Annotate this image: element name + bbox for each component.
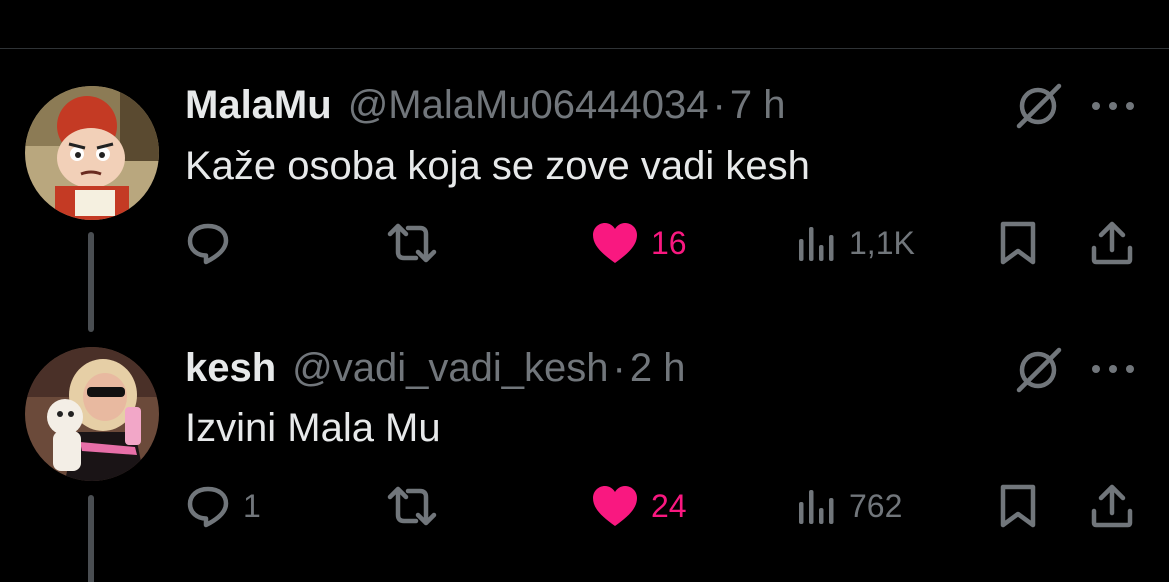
display-name[interactable]: MalaMu (185, 81, 332, 129)
view-count: 1,1K (849, 224, 915, 261)
tweet[interactable]: MalaMu @MalaMu06444034 · 7 h Kaže osoba … (0, 0, 1169, 300)
tweet-actions: 1 24 762 (0, 476, 1169, 536)
grok-icon[interactable] (1015, 346, 1063, 394)
share-button[interactable] (1089, 476, 1135, 536)
views-button[interactable]: 1,1K (797, 213, 915, 273)
retweet-icon (387, 486, 437, 526)
tweet-actions: 16 1,1K (0, 213, 1169, 273)
grok-icon[interactable] (1015, 82, 1063, 130)
tweet-text: Izvini Mala Mu (185, 406, 441, 450)
reply-count: 1 (243, 487, 261, 524)
cartoon-girl-avatar-image (25, 86, 159, 220)
share-button[interactable] (1089, 213, 1135, 273)
user-handle[interactable]: @MalaMu06444034 (348, 81, 709, 129)
tweet-text: Kaže osoba koja se zove vadi kesh (185, 144, 810, 188)
retweet-icon (387, 223, 437, 263)
views-button[interactable]: 762 (797, 476, 902, 536)
more-icon[interactable] (1088, 96, 1138, 116)
retweet-button[interactable] (386, 213, 438, 273)
reply-button[interactable] (185, 213, 243, 273)
bookmark-icon (1000, 484, 1036, 528)
separator-dot: · (712, 83, 726, 127)
share-icon (1091, 221, 1133, 265)
retweet-button[interactable] (386, 476, 438, 536)
display-name[interactable]: kesh (185, 344, 276, 392)
avatar[interactable] (25, 86, 159, 220)
view-count: 762 (849, 487, 903, 524)
tweet-header: MalaMu @MalaMu06444034 · 7 h (185, 81, 785, 129)
woman-with-dog-avatar-image (25, 347, 159, 481)
bookmark-button[interactable] (998, 213, 1038, 273)
views-icon (799, 227, 834, 261)
bookmark-button[interactable] (998, 476, 1038, 536)
timestamp[interactable]: 7 h (730, 81, 786, 129)
like-count: 24 (651, 487, 687, 524)
more-icon[interactable] (1088, 359, 1138, 379)
timestamp[interactable]: 2 h (630, 344, 686, 392)
avatar[interactable] (25, 347, 159, 481)
like-button[interactable]: 16 (591, 213, 687, 273)
like-button[interactable]: 24 (591, 476, 687, 536)
reply-icon (187, 486, 229, 528)
bookmark-icon (1000, 221, 1036, 265)
views-icon (799, 490, 834, 524)
user-handle[interactable]: @vadi_vadi_kesh (292, 344, 608, 392)
separator-dot: · (612, 346, 626, 390)
tweet[interactable]: kesh @vadi_vadi_kesh · 2 h Izvini Mala M… (0, 300, 1169, 582)
share-icon (1091, 484, 1133, 528)
like-count: 16 (651, 224, 687, 261)
reply-icon (187, 223, 229, 265)
reply-button[interactable]: 1 (185, 476, 261, 536)
heart-icon (593, 223, 637, 263)
heart-icon (593, 486, 637, 526)
tweet-header: kesh @vadi_vadi_kesh · 2 h (185, 344, 685, 392)
